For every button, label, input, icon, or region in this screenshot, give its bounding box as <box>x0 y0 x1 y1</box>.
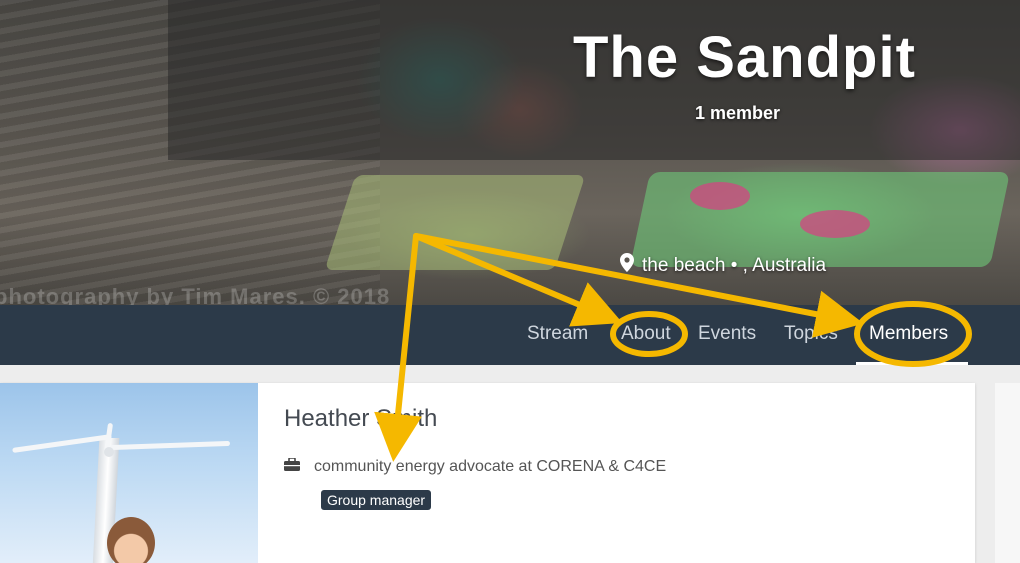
right-sidebar-edge <box>995 383 1020 563</box>
tab-members[interactable]: Members <box>869 305 948 365</box>
photo-watermark: photography by Tim Mares. © 2018 <box>0 284 391 305</box>
member-name[interactable]: Heather Smith <box>284 405 437 433</box>
group-title: The Sandpit <box>573 25 916 90</box>
member-job: community energy advocate at CORENA & C4… <box>284 457 667 476</box>
turbine-blade <box>109 440 231 451</box>
briefcase-icon <box>284 457 300 476</box>
tab-topics[interactable]: Topics <box>784 305 838 365</box>
cover-photo-board-left <box>324 175 586 270</box>
active-tab-indicator <box>856 362 968 365</box>
group-location: the beach • , Australia <box>620 253 826 278</box>
member-card: Heather Smith community energy advocate … <box>0 383 975 563</box>
member-job-text: community energy advocate at CORENA & C4… <box>314 458 667 475</box>
location-text: the beach • , Australia <box>642 254 827 276</box>
cover-photo-flower <box>690 182 750 210</box>
group-nav-bar: Stream About Events Topics Members <box>0 305 1020 365</box>
member-count[interactable]: 1 member <box>695 103 780 124</box>
cover-photo-flower <box>800 210 870 238</box>
tab-about[interactable]: About <box>621 305 671 365</box>
group-cover-photo: photography by Tim Mares. © 2018 The San… <box>0 0 1020 305</box>
turbine-hub <box>104 447 114 457</box>
turbine-blade <box>12 434 112 453</box>
member-avatar-face <box>107 517 155 563</box>
group-manager-badge: Group manager <box>321 490 432 510</box>
tab-events[interactable]: Events <box>698 305 756 365</box>
member-photo[interactable] <box>0 383 258 563</box>
tab-stream[interactable]: Stream <box>527 305 588 365</box>
map-pin-icon <box>620 253 634 278</box>
